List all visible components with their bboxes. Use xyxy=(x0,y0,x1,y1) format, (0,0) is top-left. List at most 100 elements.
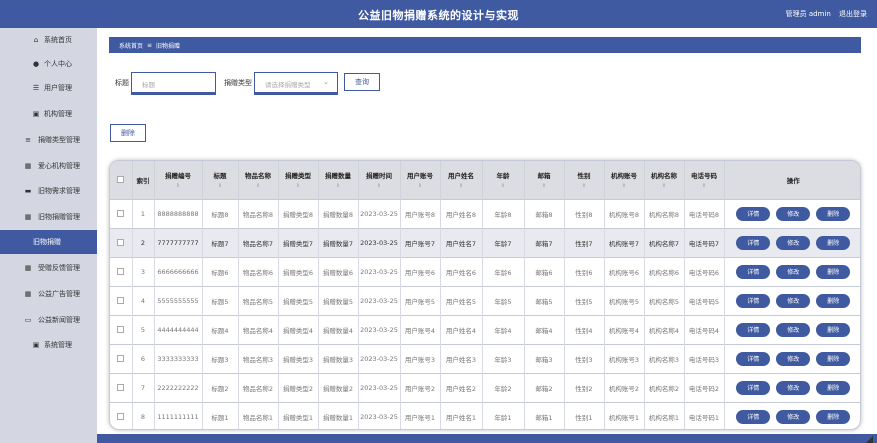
edit-button[interactable]: 修改 xyxy=(776,322,811,337)
sidebar-item[interactable]: ▣ 系统管理 xyxy=(0,333,97,357)
sort-icon[interactable]: ⇕ xyxy=(685,183,724,189)
table-cell: 捐赠数量6 xyxy=(317,256,358,286)
table-row: 3 6666666666 标题6 物品名称6 捐赠类型6 捐赠数量6 2023-03-25 用… xyxy=(110,256,860,286)
batch-delete-button[interactable]: 删除 xyxy=(110,124,146,142)
sidebar-item[interactable]: ▦ 爱心机构管理 xyxy=(0,154,97,178)
delete-button[interactable]: 删除 xyxy=(816,351,851,366)
column-header[interactable]: 机构名称 ⇕ xyxy=(643,161,684,199)
sort-icon[interactable]: ⇕ xyxy=(525,183,564,189)
sort-icon[interactable]: ⇕ xyxy=(319,183,358,189)
table-cell: 用户账号1 xyxy=(399,401,440,429)
table-cell: 年龄4 xyxy=(481,314,524,344)
delete-button[interactable]: 删除 xyxy=(816,293,851,308)
delete-button[interactable]: 删除 xyxy=(816,264,851,279)
column-header[interactable]: 邮箱 ⇕ xyxy=(523,161,564,199)
sidebar-item[interactable]: ▦ 旧物捐赠管理 xyxy=(0,205,97,229)
column-header[interactable]: 捐赠编号 ⇕ xyxy=(153,161,202,199)
sort-icon[interactable]: ⇕ xyxy=(239,183,278,189)
column-header[interactable]: 年龄 ⇕ xyxy=(481,161,524,199)
column-header[interactable]: 捐赠数量 ⇕ xyxy=(317,161,358,199)
title-search-input[interactable]: 标题 xyxy=(131,72,216,94)
delete-button[interactable]: 删除 xyxy=(816,380,851,395)
row-checkbox[interactable] xyxy=(117,326,125,333)
table-row: 2 7777777777 标题7 物品名称7 捐赠类型7 捐赠数量7 2023-03-25 用… xyxy=(110,227,860,257)
row-checkbox[interactable] xyxy=(117,210,125,217)
row-checkbox[interactable] xyxy=(117,297,125,304)
sidebar-item[interactable]: ▬ 旧物需求管理 xyxy=(0,179,97,203)
detail-button[interactable]: 详情 xyxy=(736,206,771,221)
row-checkbox[interactable] xyxy=(117,355,125,362)
resize-corner-icon[interactable] xyxy=(866,436,873,443)
table-cell: 8 xyxy=(131,401,154,429)
sidebar-item[interactable]: ≡ 捐赠类型管理 xyxy=(0,128,97,152)
column-header[interactable]: 用户账号 ⇕ xyxy=(399,161,440,199)
edit-button[interactable]: 修改 xyxy=(776,351,811,366)
column-header[interactable]: 捐赠类型 ⇕ xyxy=(277,161,318,199)
breadcrumb: 系统首页 ≡ 旧物捐赠 xyxy=(109,37,861,53)
delete-button[interactable]: 删除 xyxy=(816,409,851,424)
detail-button[interactable]: 详情 xyxy=(736,322,771,337)
detail-button[interactable]: 详情 xyxy=(736,351,771,366)
sort-icon[interactable]: ⇕ xyxy=(605,183,644,189)
column-header[interactable]: 标题 ⇕ xyxy=(201,161,238,199)
sidebar-item[interactable]: ☰ 用户管理 xyxy=(0,76,97,100)
edit-button[interactable]: 修改 xyxy=(776,206,811,221)
detail-button[interactable]: 详情 xyxy=(736,380,771,395)
edit-button[interactable]: 修改 xyxy=(776,380,811,395)
sort-icon[interactable]: ⇕ xyxy=(203,183,238,189)
query-button[interactable]: 查询 xyxy=(344,73,380,91)
row-select-cell xyxy=(110,343,132,373)
sort-icon[interactable]: ⇕ xyxy=(155,183,202,189)
detail-button[interactable]: 详情 xyxy=(736,264,771,279)
sort-icon[interactable]: ⇕ xyxy=(279,183,318,189)
edit-button[interactable]: 修改 xyxy=(776,235,811,250)
table-cell: 性别1 xyxy=(563,401,604,429)
sidebar: ⌂ 系统首页 ● 个人中心 ☰ 用户管理 ▣ 机构管理 ≡ 捐赠类型管理 ▦ 爱心机构管理 ▬ 旧物需求管… xyxy=(0,28,97,443)
type-select[interactable]: 请选择捐赠类型 ⌄ xyxy=(254,72,338,94)
edit-button[interactable]: 修改 xyxy=(776,409,811,424)
table-cell: 邮箱4 xyxy=(523,314,564,344)
chevron-down-icon: ⌄ xyxy=(323,78,329,86)
row-checkbox[interactable] xyxy=(117,239,125,246)
sort-icon[interactable]: ⇕ xyxy=(401,183,440,189)
sidebar-item[interactable]: ▦ 公益广告管理 xyxy=(0,282,97,306)
detail-button[interactable]: 详情 xyxy=(736,235,771,250)
sidebar-item[interactable]: 旧物捐赠 xyxy=(0,230,97,254)
delete-button[interactable]: 删除 xyxy=(816,235,851,250)
breadcrumb-home[interactable]: 系统首页 xyxy=(119,41,143,50)
sidebar-item[interactable]: ⌂ 系统首页 xyxy=(0,28,97,52)
sort-icon[interactable]: ⇕ xyxy=(483,183,524,189)
row-checkbox[interactable] xyxy=(117,413,125,421)
sidebar-item[interactable]: ▦ 受赠反馈管理 xyxy=(0,256,97,280)
table-cell: 4 xyxy=(131,285,154,315)
delete-button[interactable]: 删除 xyxy=(816,322,851,337)
sort-icon[interactable]: ⇕ xyxy=(645,183,684,189)
delete-button[interactable]: 删除 xyxy=(816,206,851,221)
column-header[interactable]: 物品名称 ⇕ xyxy=(237,161,278,199)
table-cell: 标题1 xyxy=(201,401,238,429)
select-all-checkbox[interactable] xyxy=(117,176,125,184)
sort-icon[interactable]: ⇕ xyxy=(359,183,400,189)
sidebar-item[interactable]: ▣ 机构管理 xyxy=(0,102,97,126)
detail-button[interactable]: 详情 xyxy=(736,293,771,308)
sort-icon[interactable]: ⇕ xyxy=(565,183,604,189)
table-cell: 邮箱2 xyxy=(523,372,564,402)
edit-button[interactable]: 修改 xyxy=(776,293,811,308)
column-header[interactable]: 捐赠时间 ⇕ xyxy=(357,161,400,199)
edit-button[interactable]: 修改 xyxy=(776,264,811,279)
row-checkbox[interactable] xyxy=(117,268,125,275)
sidebar-item[interactable]: ▭ 公益新闻管理 xyxy=(0,308,97,332)
table-row: 7 2222222222 标题2 物品名称2 捐赠类型2 捐赠数量2 2023-03-25 用… xyxy=(110,372,860,402)
sort-icon[interactable]: ⇕ xyxy=(441,183,482,189)
logout-link[interactable]: 退出登录 xyxy=(839,10,867,18)
breadcrumb-current: 旧物捐赠 xyxy=(156,42,181,50)
detail-button[interactable]: 详情 xyxy=(736,409,771,424)
sidebar-item[interactable]: ● 个人中心 xyxy=(0,52,97,76)
column-header[interactable]: 性别 ⇕ xyxy=(563,161,604,199)
row-checkbox[interactable] xyxy=(117,384,125,391)
column-header[interactable]: 用户姓名 ⇕ xyxy=(439,161,482,199)
column-header[interactable]: 电话号码 ⇕ xyxy=(683,161,724,199)
table-cell: 3333333333 xyxy=(153,343,202,373)
column-header[interactable]: 机构账号 ⇕ xyxy=(603,161,644,199)
table-cell: 2023-03-25 xyxy=(357,314,400,344)
